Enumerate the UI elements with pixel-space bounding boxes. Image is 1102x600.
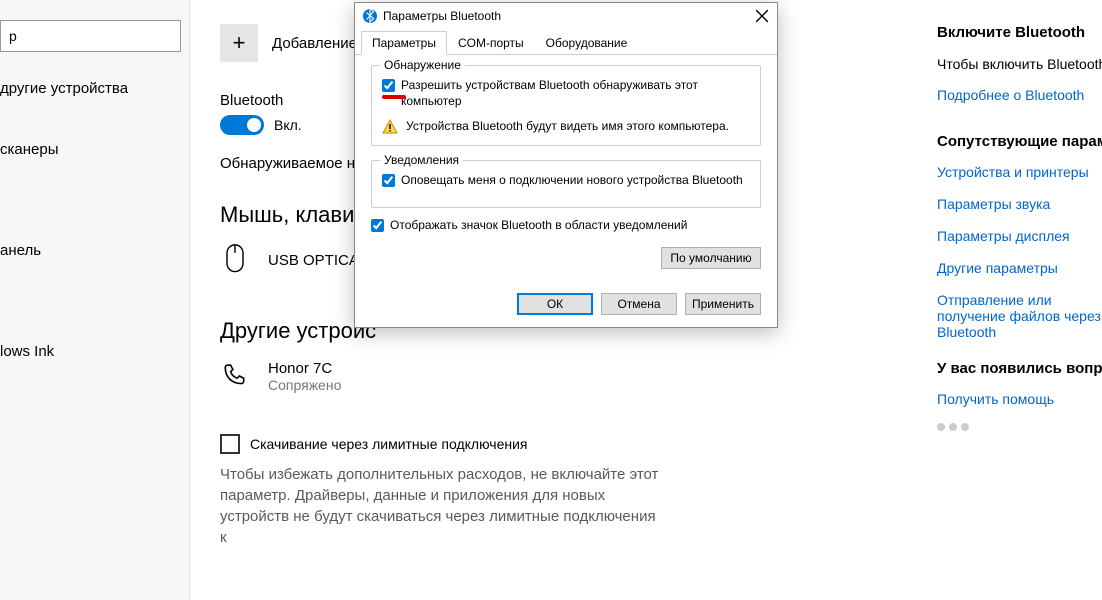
link-sound[interactable]: Параметры звука — [937, 196, 1102, 212]
metered-checkbox[interactable] — [220, 434, 240, 454]
group-title-notif: Уведомления — [380, 153, 463, 167]
tray-icon-checkbox[interactable] — [371, 219, 384, 232]
bluetooth-settings-dialog: Параметры Bluetooth Параметры COM-порты … — [354, 2, 778, 328]
tray-icon-label: Отображать значок Bluetooth в области ув… — [390, 218, 687, 234]
link-send-files[interactable]: Отправление или получение файлов через B… — [937, 292, 1102, 340]
warning-icon — [382, 119, 398, 135]
side-text: Чтобы включить Bluetooth, не открывая ра… — [937, 55, 1102, 75]
toggle-state: Вкл. — [274, 117, 302, 133]
notify-connect-label: Оповещать меня о подключении нового устр… — [401, 173, 743, 189]
defaults-button[interactable]: По умолчанию — [661, 247, 761, 269]
nav-item-ink[interactable]: lows Ink — [0, 331, 189, 372]
notifications-group: Уведомления Оповещать меня о подключении… — [371, 160, 761, 208]
link-other[interactable]: Другие параметры — [937, 260, 1102, 276]
allow-discovery-label: Разрешить устройствам Bluetooth обнаружи… — [401, 78, 750, 109]
device-status: Сопряжено — [268, 377, 341, 393]
side-heading-enable: Включите Bluetooth — [937, 24, 1102, 41]
phone-icon — [220, 358, 250, 394]
device-row-phone[interactable]: Honor 7C Сопряжено — [220, 358, 907, 394]
metered-label: Скачивание через лимитные подключения — [250, 436, 527, 452]
add-label: Добавление — [272, 35, 357, 52]
indicator-dots — [937, 423, 1102, 431]
apply-button[interactable]: Применить — [685, 293, 761, 315]
nav-item-devices[interactable]: другие устройства — [0, 68, 189, 109]
tab-hardware[interactable]: Оборудование — [535, 31, 639, 55]
add-device-button[interactable]: + — [220, 24, 258, 62]
side-heading-help: У вас появились вопросы? — [937, 360, 1102, 377]
group-title-discovery: Обнаружение — [380, 58, 465, 72]
dialog-titlebar[interactable]: Параметры Bluetooth — [355, 3, 777, 29]
device-name: USB OPTICAL — [268, 252, 367, 269]
link-more-bluetooth[interactable]: Подробнее о Bluetooth — [937, 87, 1102, 103]
search-input[interactable] — [9, 28, 190, 44]
link-devices-printers[interactable]: Устройства и принтеры — [937, 164, 1102, 180]
mouse-icon — [220, 242, 250, 278]
cancel-button[interactable]: Отмена — [601, 293, 677, 315]
discovery-group: Обнаружение Разрешить устройствам Blueto… — [371, 65, 761, 146]
side-heading-related: Сопутствующие параметры — [937, 133, 1102, 150]
side-panel: Включите Bluetooth Чтобы включить Blueto… — [937, 0, 1102, 600]
tab-settings[interactable]: Параметры — [361, 31, 447, 55]
link-get-help[interactable]: Получить помощь — [937, 391, 1102, 407]
search-box[interactable] — [0, 20, 181, 52]
dialog-title: Параметры Bluetooth — [383, 9, 755, 23]
red-highlight — [382, 95, 406, 99]
allow-discovery-checkbox[interactable] — [382, 79, 395, 92]
bluetooth-toggle[interactable] — [220, 115, 264, 135]
bluetooth-icon — [363, 9, 377, 23]
ok-button[interactable]: ОК — [517, 293, 593, 315]
settings-nav: другие устройства сканеры анель lows Ink — [0, 0, 190, 600]
metered-description: Чтобы избежать дополнительных расходов, … — [220, 464, 660, 548]
nav-item-scanners[interactable]: сканеры — [0, 129, 189, 170]
nav-item-panel[interactable]: анель — [0, 230, 189, 271]
device-name: Honor 7C — [268, 360, 341, 377]
tab-com-ports[interactable]: COM-порты — [447, 31, 535, 55]
notify-connect-checkbox[interactable] — [382, 174, 395, 187]
close-icon[interactable] — [755, 9, 769, 23]
dialog-tabs: Параметры COM-порты Оборудование — [355, 29, 777, 55]
warning-text: Устройства Bluetooth будут видеть имя эт… — [406, 119, 729, 135]
link-display[interactable]: Параметры дисплея — [937, 228, 1102, 244]
